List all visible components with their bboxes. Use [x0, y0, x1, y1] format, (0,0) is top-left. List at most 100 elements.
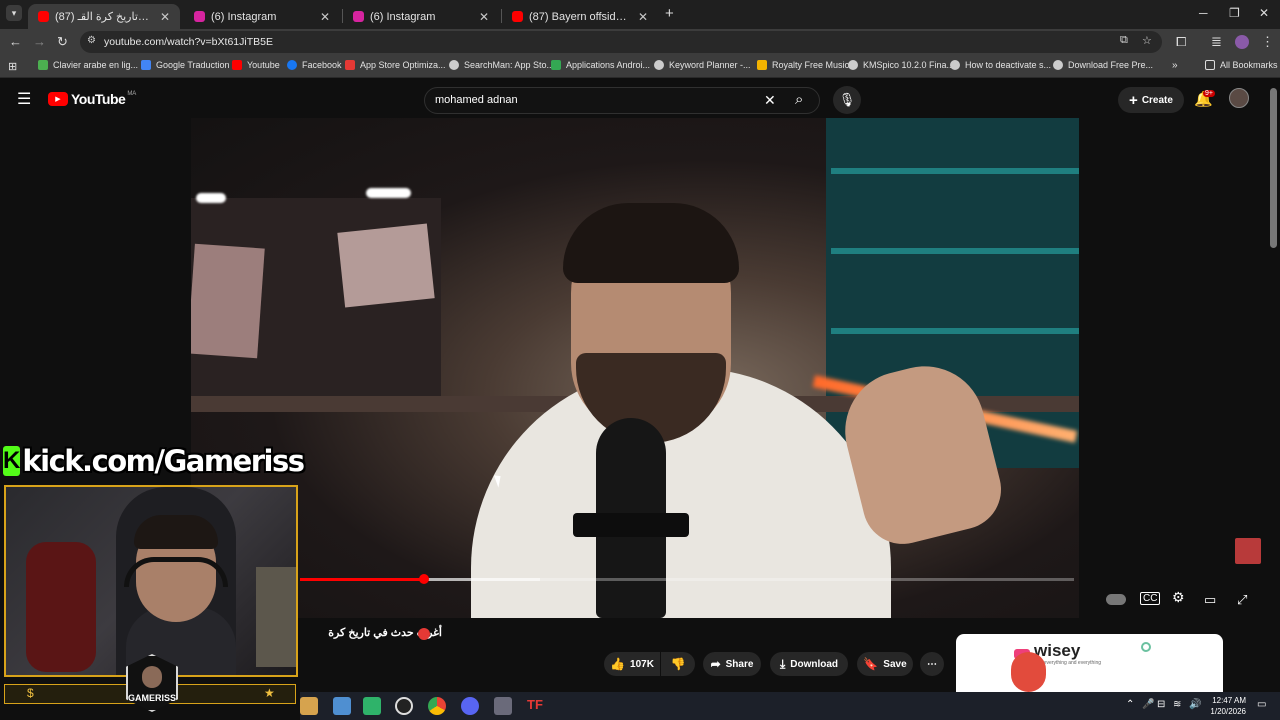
bookmark-item[interactable]: Google Traduction [141, 60, 230, 70]
plus-icon: + [1129, 91, 1138, 109]
network-icon[interactable]: ⊟ [1157, 699, 1165, 710]
more-actions-button[interactable]: ⋯ [920, 652, 944, 676]
headset [124, 557, 228, 587]
chrome-icon[interactable] [428, 697, 446, 715]
new-tab-button[interactable]: + [665, 5, 674, 22]
search-input[interactable]: mohamed adnan [435, 94, 518, 106]
dislike-button[interactable]: 👎 [661, 652, 695, 676]
bookmark-item[interactable]: Youtube [232, 60, 280, 70]
tab-instagram-1[interactable]: (6) Instagram ✕ [184, 4, 340, 29]
download-button[interactable]: ⤓ Download [770, 652, 848, 676]
bookmark-item[interactable]: Clavier arabe en lig... [38, 60, 138, 70]
wifi-icon[interactable]: ≋ [1173, 699, 1181, 710]
address-bar[interactable]: ⚙ youtube.com/watch?v=bXt61JiTB5E ⧉ ☆ [80, 31, 1162, 53]
fullscreen-icon[interactable]: ⤢ [1237, 592, 1247, 608]
tab-youtube-active[interactable]: (87) أغرب حدث في تاريخ كرة القـ ✕ [28, 4, 180, 29]
like-button[interactable]: 👍 107K [604, 652, 660, 676]
youtube-logo[interactable]: ▶ YouTube MA [48, 91, 136, 107]
clear-search-icon[interactable]: ✕ [764, 92, 776, 109]
share-button[interactable]: ➦ Share [703, 652, 761, 676]
tab-instagram-2[interactable]: (6) Instagram ✕ [343, 4, 499, 29]
app-tf-icon[interactable]: TF [527, 697, 545, 715]
apps-grid-icon[interactable]: ⊞ [8, 60, 17, 73]
channel-watermark[interactable] [1235, 538, 1261, 564]
more-bookmarks-icon[interactable]: » [1172, 60, 1178, 71]
forward-icon[interactable]: → [33, 34, 46, 49]
instagram-favicon-icon [353, 11, 364, 22]
close-tab-icon[interactable]: ✕ [638, 10, 648, 24]
subtitles-cc-icon[interactable]: CC [1140, 592, 1161, 605]
bookmark-item[interactable]: App Store Optimiza... [345, 60, 446, 70]
system-clock[interactable]: 12:47 AM 1/20/2026 [1200, 695, 1246, 717]
bookmark-label: Youtube [247, 60, 280, 70]
bookmark-item[interactable]: Applications Androi... [551, 60, 650, 70]
notification-badge: 9+ [1203, 90, 1215, 97]
close-window-icon[interactable]: ✕ [1259, 6, 1269, 20]
voice-search-icon[interactable]: 🎙 [833, 86, 861, 114]
bookmark-favicon-icon [141, 60, 151, 70]
extensions-icon[interactable]: ⧠ [1176, 34, 1186, 50]
profile-avatar[interactable] [1235, 35, 1249, 49]
theater-mode-icon[interactable]: ▭ [1204, 592, 1216, 608]
close-tab-icon[interactable]: ✕ [160, 10, 170, 24]
create-label: Create [1141, 94, 1173, 106]
hamburger-menu-icon[interactable]: ☰ [17, 89, 31, 109]
notepad-icon[interactable] [333, 697, 351, 715]
tab-search-button[interactable]: ▾ [6, 5, 22, 21]
progress-fill [300, 578, 424, 581]
create-button[interactable]: + Create [1118, 87, 1184, 113]
search-icon[interactable]: ⌕ [795, 91, 803, 108]
site-info-icon[interactable]: ⚙ [87, 35, 96, 46]
notification-center-icon[interactable]: ▭ [1257, 699, 1266, 710]
angry-emoji-icon [418, 628, 430, 640]
back-icon[interactable]: ← [9, 34, 22, 49]
folder-icon [1205, 60, 1215, 70]
youtube-header: ☰ ▶ YouTube MA mohamed adnan ✕ ⌕ 🎙 + Crea… [0, 78, 1280, 118]
tab-youtube-bayern[interactable]: (87) Bayern offside goal vs Real ✕ [502, 4, 658, 29]
bookmark-item[interactable]: Royalty Free Music [757, 60, 849, 70]
search-box[interactable]: mohamed adnan ✕ ⌕ [424, 87, 820, 114]
discord-icon[interactable] [461, 697, 479, 715]
thumbs-down-icon: 👎 [670, 657, 686, 671]
autoplay-toggle[interactable] [1106, 594, 1126, 605]
minimize-icon[interactable]: ─ [1199, 6, 1208, 20]
tab-title: (87) أغرب حدث في تاريخ كرة القـ [55, 11, 152, 23]
bookmark-item[interactable]: KMSpico 10.2.0 Fina... [848, 60, 954, 70]
restore-icon[interactable]: ❐ [1229, 6, 1240, 20]
steam-icon[interactable] [395, 697, 413, 715]
menu-kebab-icon[interactable]: ⋮ [1261, 34, 1274, 50]
dollar-icon: $ [27, 686, 34, 700]
tray-overflow-icon[interactable]: ⌃ [1126, 699, 1134, 710]
bookmark-favicon-icon [449, 60, 459, 70]
all-bookmarks[interactable]: All Bookmarks [1205, 60, 1278, 70]
microphone-tray-icon[interactable]: 🎤 [1142, 699, 1154, 710]
video-player[interactable] [191, 118, 1079, 618]
bookmark-item[interactable]: How to deactivate s... [950, 60, 1051, 70]
page-scrollbar[interactable] [1270, 88, 1277, 248]
account-avatar[interactable] [1229, 88, 1249, 108]
bookmark-label: Applications Androi... [566, 60, 651, 70]
settings-gear-icon[interactable]: ⚙ [1172, 589, 1185, 606]
bookmark-item[interactable]: Facebook [287, 60, 342, 70]
reload-icon[interactable]: ↻ [57, 34, 68, 50]
progress-scrubber-handle[interactable] [418, 574, 429, 584]
save-button[interactable]: 🔖 Save [857, 652, 913, 676]
android-studio-icon[interactable] [363, 697, 381, 715]
install-app-icon[interactable]: ⧉ [1120, 34, 1128, 47]
star-icon: ★ [264, 686, 275, 700]
bookmark-favicon-icon [551, 60, 561, 70]
windows-taskbar: TF ⌃ 🎤 ⊟ ≋ 🔊 ▭ [300, 692, 1280, 720]
bookmark-item[interactable]: Keyword Planner -... [654, 60, 751, 70]
terminal-icon[interactable] [494, 697, 512, 715]
bookmark-favicon-icon [654, 60, 664, 70]
file-explorer-icon[interactable] [300, 697, 318, 715]
close-tab-icon[interactable]: ✕ [320, 10, 330, 24]
gaming-chair [26, 542, 96, 672]
bookmark-item[interactable]: Download Free Pre... [1053, 60, 1153, 70]
browser-tab-strip: ▾ (87) أغرب حدث في تاريخ كرة القـ ✕ (6) … [0, 0, 1280, 29]
bookmark-item[interactable]: SearchMan: App Sto... [449, 60, 554, 70]
progress-bar[interactable] [300, 574, 1074, 584]
media-icon[interactable]: ≣ [1211, 34, 1222, 50]
bookmark-star-icon[interactable]: ☆ [1142, 34, 1152, 47]
close-tab-icon[interactable]: ✕ [479, 10, 489, 24]
